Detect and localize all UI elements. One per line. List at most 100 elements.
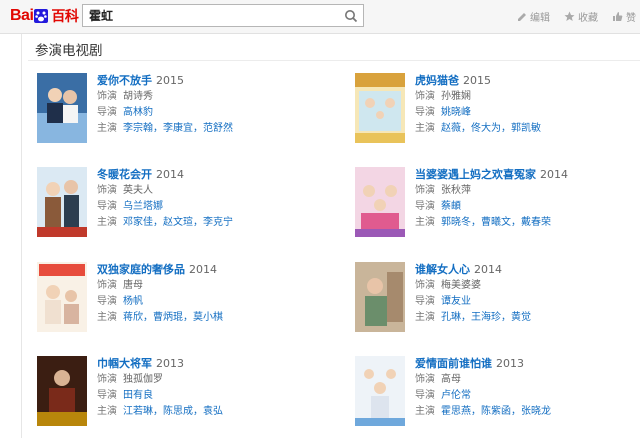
cast-link[interactable]: 霍思燕 (441, 406, 471, 417)
cast-link[interactable]: 陈紫函 (481, 406, 511, 417)
cast-link[interactable]: 赵薇 (441, 123, 461, 134)
search-icon[interactable] (344, 9, 358, 23)
edit-label: 编辑 (530, 13, 550, 24)
director-link[interactable]: 高林豹 (123, 107, 153, 118)
work-title[interactable]: 双独家庭的奢侈品 (97, 263, 185, 276)
cast-link[interactable]: 蒋欣 (123, 312, 143, 323)
cast-label: 主演 (97, 217, 117, 228)
role-value: 孙雅娴 (441, 91, 471, 102)
work-item: 冬暖花会开 2014 饰演 英夫人 导演 乌兰塔娜 主演 邓家佳，赵文瑄，李克宁 (37, 167, 327, 247)
work-item: 爱你不放手 2015 饰演 胡诗秀 导演 高林豹 主演 李宗翰，李康宜，范舒然 (37, 73, 327, 153)
cast-link[interactable]: 李宗翰 (123, 123, 153, 134)
work-item: 双独家庭的奢侈品 2014 饰演 唐母 导演 杨帆 主演 蒋欣，曹炳琨，莫小棋 (37, 262, 327, 342)
cast-link[interactable]: 曹曦文 (481, 217, 511, 228)
director-link[interactable]: 杨帆 (123, 296, 143, 307)
cast-label: 主演 (97, 406, 117, 417)
cast-link[interactable]: 邓家佳 (123, 217, 153, 228)
cast-label: 主演 (415, 217, 435, 228)
poster-image[interactable] (37, 167, 87, 237)
director-link[interactable]: 姚晓峰 (441, 107, 471, 118)
cast-link[interactable]: 李克宁 (203, 217, 233, 228)
cast-link[interactable]: 范舒然 (203, 123, 233, 134)
cast-link[interactable]: 陈思成 (163, 406, 193, 417)
work-title[interactable]: 爱你不放手 (97, 74, 152, 87)
cast-link[interactable]: 郭晓冬 (441, 217, 471, 228)
role-label: 饰演 (415, 374, 435, 385)
poster-image[interactable] (37, 356, 87, 426)
cast-label: 主演 (415, 312, 435, 323)
poster-image[interactable] (37, 262, 87, 332)
director-link[interactable]: 乌兰塔娜 (123, 201, 163, 212)
cast-link[interactable]: 李康宜 (163, 123, 193, 134)
work-item: 谁解女人心 2014 饰演 梅美婆婆 导演 谭友业 主演 孔琳，王海珍，黄觉 (355, 262, 640, 342)
role-label: 饰演 (415, 91, 435, 102)
search-box[interactable] (82, 4, 364, 27)
cast-link[interactable]: 莫小棋 (193, 312, 223, 323)
work-item: 虎妈猫爸 2015 饰演 孙雅娴 导演 姚晓峰 主演 赵薇，佟大为，郭凯敏 (355, 73, 640, 153)
poster-image[interactable] (355, 167, 405, 237)
work-year: 2015 (156, 74, 184, 87)
work-year: 2013 (496, 357, 524, 370)
work-title[interactable]: 冬暖花会开 (97, 168, 152, 181)
logo-baike-text: 百科 (51, 8, 79, 24)
work-year: 2015 (463, 74, 491, 87)
director-label: 导演 (97, 201, 117, 212)
director-link[interactable]: 田有良 (123, 390, 153, 401)
cast-link[interactable]: 郭凯敏 (511, 123, 541, 134)
director-link[interactable]: 谭友业 (441, 296, 471, 307)
director-label: 导演 (415, 296, 435, 307)
cast-link[interactable]: 袁弘 (203, 406, 223, 417)
like-button[interactable]: 赞 (612, 9, 636, 24)
cast-link[interactable]: 戴春荣 (521, 217, 551, 228)
role-label: 饰演 (415, 280, 435, 291)
director-label: 导演 (415, 390, 435, 401)
director-label: 导演 (415, 107, 435, 118)
baidu-baike-logo[interactable]: Bai 百科 (10, 6, 79, 26)
cast-link[interactable]: 王海珍 (471, 312, 501, 323)
role-value: 独孤伽罗 (123, 374, 163, 385)
cast-label: 主演 (97, 123, 117, 134)
favorite-button[interactable]: 收藏 (564, 9, 598, 24)
role-value: 张秋萍 (441, 185, 471, 196)
cast-link[interactable]: 张晓龙 (521, 406, 551, 417)
cast-link[interactable]: 赵文瑄 (163, 217, 193, 228)
role-value: 胡诗秀 (123, 91, 153, 102)
role-label: 饰演 (97, 280, 117, 291)
edit-button[interactable]: 编辑 (516, 9, 550, 24)
cast-link[interactable]: 孔琳 (441, 312, 461, 323)
director-link[interactable]: 蔡頔 (441, 201, 461, 212)
cast-link[interactable]: 曹炳琨 (153, 312, 183, 323)
director-label: 导演 (97, 296, 117, 307)
work-year: 2014 (156, 168, 184, 181)
director-label: 导演 (97, 390, 117, 401)
work-title[interactable]: 虎妈猫爸 (415, 74, 459, 87)
role-label: 饰演 (97, 91, 117, 102)
thumbs-up-icon (613, 12, 623, 21)
poster-image[interactable] (37, 73, 87, 143)
cast-link[interactable]: 黄觉 (511, 312, 531, 323)
director-link[interactable]: 卢伦常 (441, 390, 471, 401)
cast-label: 主演 (415, 406, 435, 417)
top-bar: Bai 百科 编辑 收藏 赞 (0, 0, 640, 34)
work-title[interactable]: 谁解女人心 (415, 263, 470, 276)
search-input[interactable] (89, 7, 339, 24)
work-title[interactable]: 巾帼大将军 (97, 357, 152, 370)
cast-label: 主演 (415, 123, 435, 134)
edit-icon (518, 13, 526, 21)
work-year: 2014 (474, 263, 502, 276)
work-item: 当婆婆遇上妈之欢喜冤家 2014 饰演 张秋萍 导演 蔡頔 主演 郭晓冬，曹曦文，戴春荣 (355, 167, 640, 247)
director-label: 导演 (415, 201, 435, 212)
star-icon (564, 11, 575, 21)
role-label: 饰演 (97, 185, 117, 196)
work-title[interactable]: 当婆婆遇上妈之欢喜冤家 (415, 168, 536, 181)
cast-link[interactable]: 江若琳 (123, 406, 153, 417)
poster-image[interactable] (355, 356, 405, 426)
poster-image[interactable] (355, 73, 405, 143)
director-label: 导演 (97, 107, 117, 118)
like-label: 赞 (626, 13, 636, 24)
poster-image[interactable] (355, 262, 405, 332)
cast-link[interactable]: 佟大为 (471, 123, 501, 134)
work-title[interactable]: 爱情面前谁怕谁 (415, 357, 492, 370)
work-year: 2013 (156, 357, 184, 370)
role-value: 梅美婆婆 (441, 280, 481, 291)
